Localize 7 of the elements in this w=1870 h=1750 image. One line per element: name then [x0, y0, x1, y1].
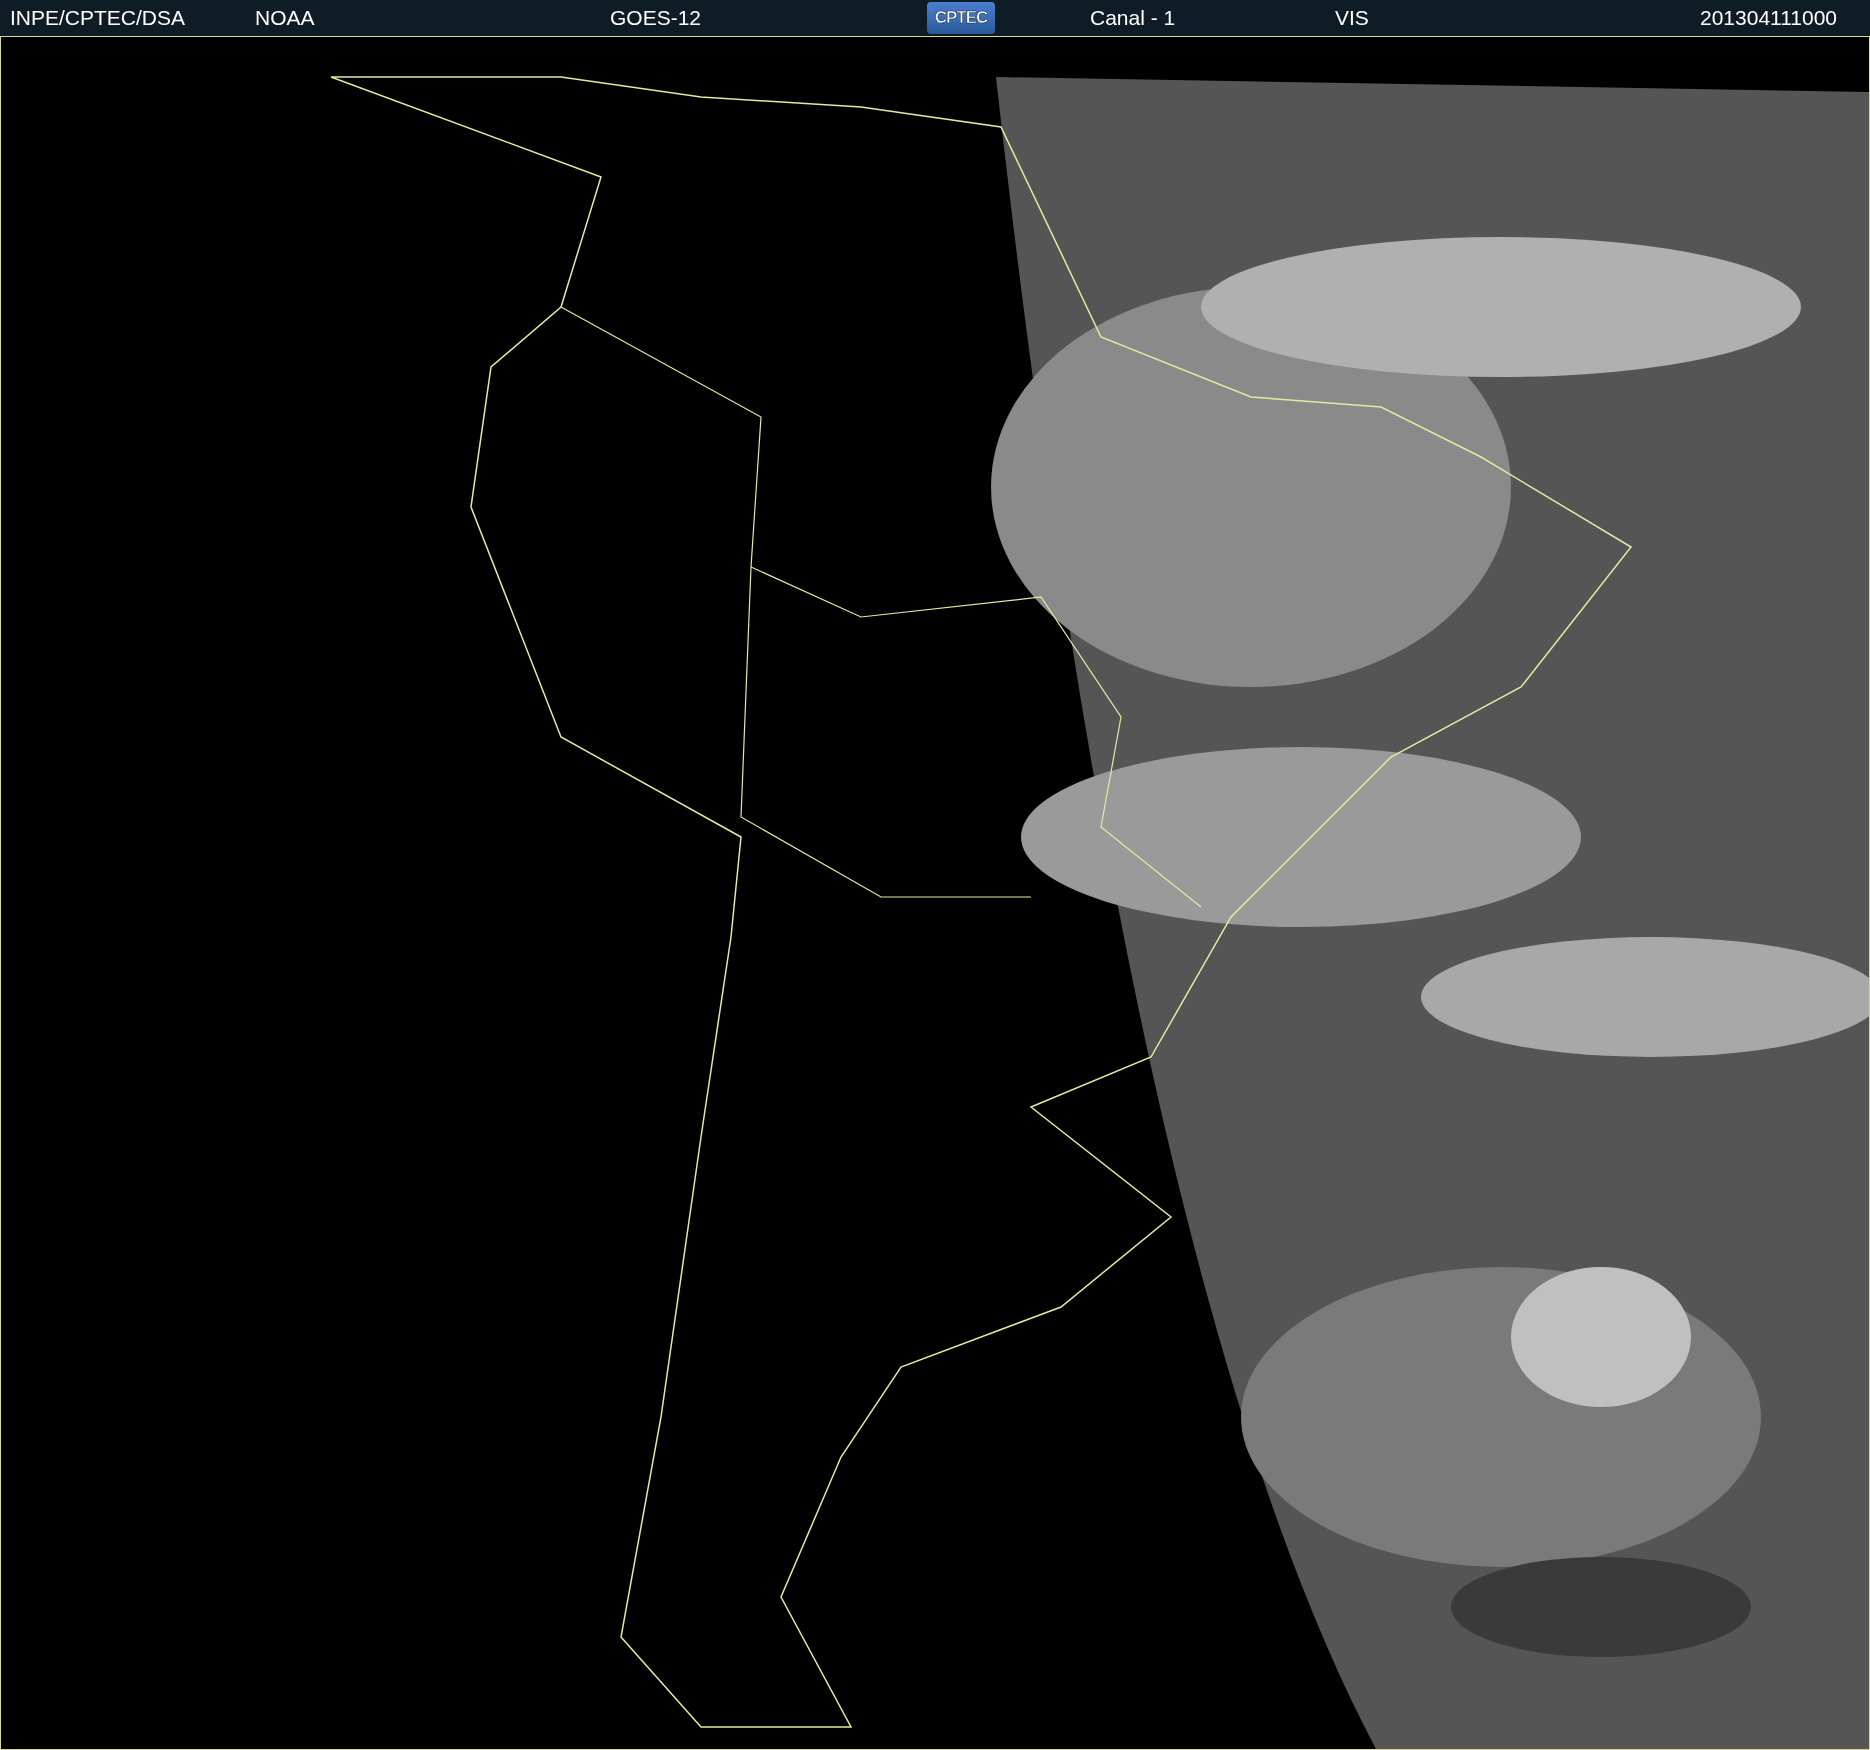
satellite-label: GOES-12 [610, 6, 702, 29]
agency-label: NOAA [255, 6, 315, 29]
logo: CPTEC [927, 2, 995, 34]
timestamp-label: 201304111000 [1700, 6, 1838, 29]
band-label: VIS [1335, 6, 1369, 29]
source-label: INPE/CPTEC/DSA [10, 6, 186, 29]
channel-label: Canal - 1 [1090, 6, 1176, 29]
